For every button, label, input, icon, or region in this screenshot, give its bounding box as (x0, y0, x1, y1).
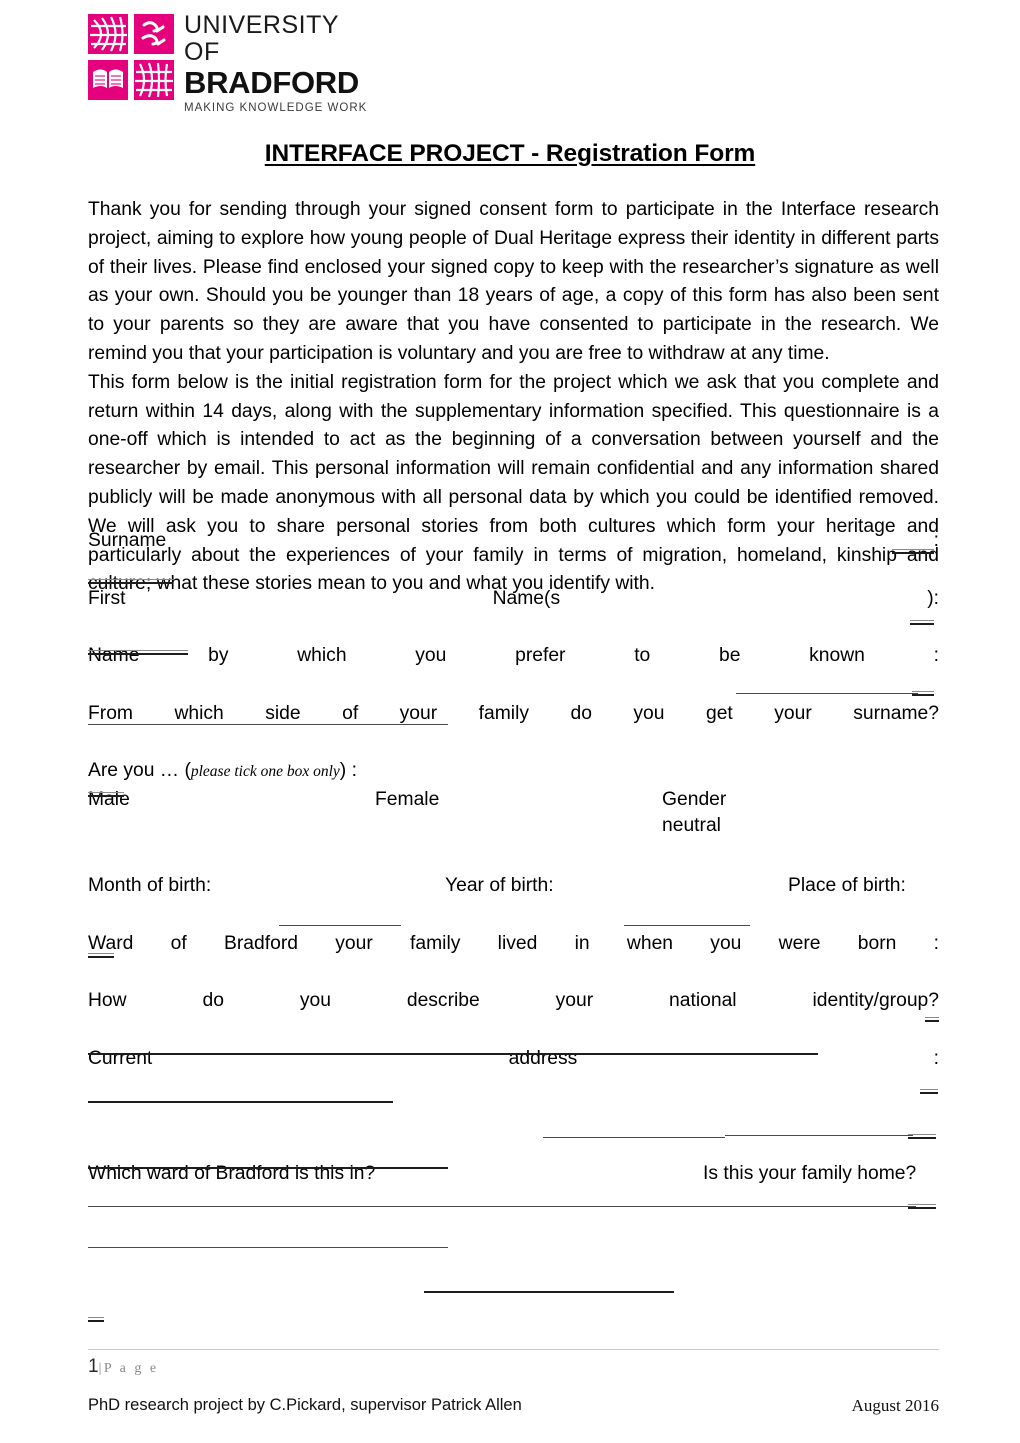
university-logo: UNIVERSITY OF BRADFORD MAKING KNOWLEDGE … (88, 12, 373, 114)
answer-line-national-identity-right[interactable] (920, 1089, 938, 1094)
answer-line-current-address-1a[interactable] (543, 1137, 725, 1138)
answer-line-first-names-right[interactable] (910, 620, 934, 625)
current-address-line-2[interactable] (88, 1103, 939, 1132)
page-number-word: |P a g e (98, 1361, 159, 1376)
answer-line-preferred-name-wrap[interactable] (88, 724, 448, 725)
field-label-preferred-name: Name by which you prefer to be known : (88, 645, 939, 667)
answer-line-surname-side[interactable] (88, 792, 124, 797)
answer-line-preferred-name[interactable] (736, 693, 918, 694)
field-label-year-of-birth: Year of birth: (445, 874, 554, 896)
answer-line-place-of-birth[interactable] (88, 953, 114, 958)
first-names-answer-line[interactable] (88, 613, 939, 642)
current-address-line-1[interactable] (88, 1074, 939, 1103)
answer-line-current-address-2[interactable] (88, 1167, 448, 1169)
document-page: UNIVERSITY OF BRADFORD MAKING KNOWLEDGE … (0, 0, 1020, 1443)
preferred-name-answer-line[interactable] (88, 671, 939, 700)
gender-question-text-end: ) : (339, 760, 357, 782)
gender-question-text: Are you … ( (88, 760, 191, 782)
answer-line-current-address-right[interactable] (908, 1134, 936, 1139)
logo-wordmark: UNIVERSITY OF BRADFORD MAKING KNOWLEDGE … (184, 12, 374, 116)
answer-line-current-address-1b[interactable] (725, 1135, 913, 1136)
gender-options-row: Male Female Gender neutral (88, 787, 939, 843)
bradford-crest-icon (88, 14, 174, 100)
answer-line-preferred-name-right[interactable] (912, 691, 934, 696)
answer-line-surname-right[interactable] (892, 549, 934, 554)
field-label-gender-question: Are you … (please tick one box only) : (88, 757, 939, 787)
answer-line-family-home[interactable] (88, 1317, 104, 1322)
national-identity-answer-line[interactable] (88, 1016, 939, 1045)
page-number-value: 1 (88, 1356, 99, 1377)
footer-divider (88, 1349, 939, 1350)
answer-line-ward-born-right[interactable] (925, 1017, 939, 1022)
gender-option-female[interactable]: Female (375, 787, 439, 813)
field-label-ward-born: Ward of Bradford your family lived in wh… (88, 932, 939, 954)
surname-side-answer-line[interactable] (88, 729, 939, 758)
logo-tagline: MAKING KNOWLEDGE WORK (184, 102, 368, 114)
field-label-place-of-birth: Place of birth: (788, 874, 906, 896)
spacer-before-birth-row (88, 843, 939, 872)
answer-line-first-names-wrap[interactable] (88, 650, 188, 655)
field-label-month-of-birth: Month of birth: (88, 874, 212, 896)
surname-answer-line[interactable] (88, 556, 939, 585)
answer-line-month-of-birth[interactable] (279, 925, 401, 926)
gender-tick-instruction: please tick one box only (190, 763, 340, 781)
ward-born-answer-line[interactable] (88, 959, 939, 988)
page-title: INTERFACE PROJECT - Registration Form (264, 140, 756, 167)
place-of-birth-answer-line[interactable] (88, 901, 939, 930)
answer-line-current-address-3[interactable] (88, 1206, 916, 1207)
birth-details-row: Month of birth: Year of birth: Place of … (88, 872, 939, 901)
answer-line-year-of-birth[interactable] (624, 925, 750, 926)
gender-option-gender-neutral[interactable]: Gender neutral (662, 787, 782, 839)
ward-question-row: Which ward of Bradford is this in? Is th… (88, 1160, 939, 1189)
field-label-family-home: Is this your family home? (703, 1163, 917, 1185)
footer-credit: PhD research project by C.Pickard, super… (88, 1396, 522, 1414)
page-number: 1|P a g e (88, 1356, 159, 1378)
intro-paragraph-1: Thank you for sending through your signe… (88, 199, 939, 364)
field-label-first-names: First Name(s ): (88, 587, 939, 609)
answer-line-national-identity-wrap[interactable] (88, 1101, 393, 1103)
field-label-national-identity: How do you describe your national identi… (88, 990, 939, 1012)
field-label-surname: Surname : (88, 530, 939, 551)
logo-name-line: BRADFORD (184, 65, 359, 100)
field-label-which-ward: Which ward of Bradford is this in? (88, 1163, 376, 1185)
logo-university-line: UNIVERSITY OF (184, 11, 339, 66)
answer-line-which-ward[interactable] (424, 1291, 674, 1293)
answer-line-current-address-4[interactable] (88, 1247, 448, 1248)
field-label-current-address: Current address : (88, 1047, 939, 1069)
answer-line-surname-wrap[interactable] (88, 579, 173, 584)
answer-line-ward-born-wrap[interactable] (88, 1053, 818, 1055)
footer-date: August 2016 (851, 1396, 939, 1415)
registration-form-fields: Surname : First Name(s ): Name by which … (88, 527, 939, 1189)
answer-line-current-address-3-right[interactable] (908, 1204, 936, 1209)
